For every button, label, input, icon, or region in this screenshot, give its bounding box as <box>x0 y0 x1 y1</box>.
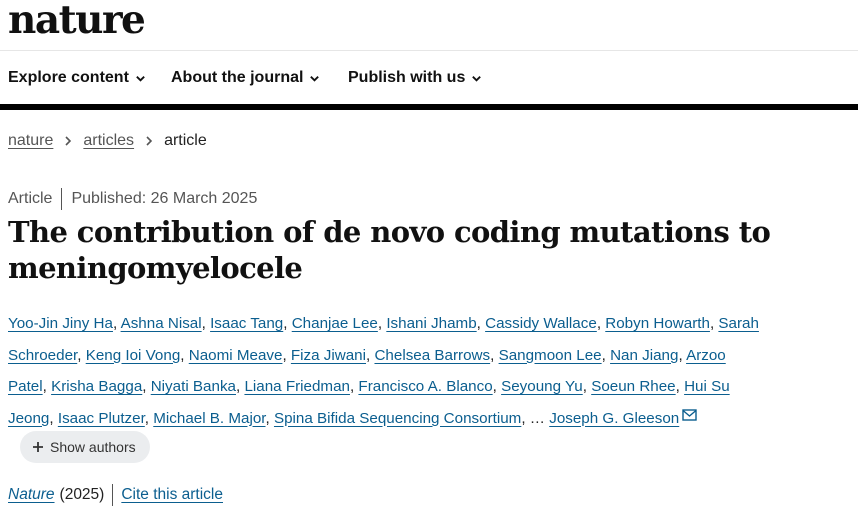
article-meta: Article Published: 26 March 2025 <box>8 188 257 210</box>
cite-divider <box>112 484 114 506</box>
author-link-corresponding[interactable]: Joseph G. Gleeson <box>549 410 679 427</box>
show-authors-label: Show authors <box>50 439 136 455</box>
author-link[interactable]: Isaac Tang <box>210 315 283 332</box>
author-link[interactable]: Soeun Rhee <box>591 378 675 395</box>
author-link[interactable]: Naomi Meave <box>189 347 283 364</box>
nav-publish-with-us[interactable]: Publish with us <box>348 69 482 87</box>
author-link[interactable]: Cassidy Wallace <box>485 315 597 332</box>
publication-year: (2025) <box>59 486 105 503</box>
author-link[interactable]: Spina Bifida Sequencing Consortium <box>274 410 521 427</box>
breadcrumb-current: article <box>164 132 207 149</box>
nav-item-label: Publish with us <box>348 69 466 86</box>
chevron-right-icon <box>144 135 154 147</box>
nav-item-label: Explore content <box>8 69 129 86</box>
meta-divider <box>61 188 63 210</box>
plus-icon <box>33 442 43 452</box>
chevron-down-icon <box>310 75 320 82</box>
author-link[interactable]: Sangmoon Lee <box>499 347 602 364</box>
author-link[interactable]: Chanjae Lee <box>292 315 378 332</box>
author-link[interactable]: Niyati Banka <box>151 378 236 395</box>
breadcrumb: nature articles article <box>8 132 207 150</box>
author-link[interactable]: Fiza Jiwani <box>291 347 366 364</box>
author-link[interactable]: Seyoung Yu <box>501 378 583 395</box>
nature-logo[interactable]: nature <box>8 0 146 43</box>
author-link[interactable]: Francisco A. Blanco <box>358 378 492 395</box>
cite-article-link[interactable]: Cite this article <box>121 486 223 504</box>
nav-item-label: About the journal <box>171 69 304 86</box>
mail-icon[interactable] <box>682 408 697 421</box>
author-link[interactable]: Nan Jiang <box>610 347 678 364</box>
author-list: Yoo-Jin Jiny Ha, Ashna Nisal, Isaac Tang… <box>8 315 759 427</box>
author-link[interactable]: Krisha Bagga <box>51 378 142 395</box>
nav-about-journal[interactable]: About the journal <box>171 69 320 87</box>
masthead: nature <box>0 0 858 51</box>
author-link[interactable]: Keng Ioi Vong <box>86 347 181 364</box>
author-link[interactable]: Ashna Nisal <box>121 315 202 332</box>
article-type: Article <box>8 190 53 207</box>
breadcrumb-nature[interactable]: nature <box>8 132 53 150</box>
author-link[interactable]: Robyn Howarth <box>605 315 710 332</box>
author-link[interactable]: Michael B. Major <box>153 410 265 427</box>
journal-link[interactable]: Nature <box>8 486 55 504</box>
main-nav: Explore content About the journal Publis… <box>0 51 858 103</box>
author-link[interactable]: Yoo-Jin Jiny Ha <box>8 315 113 332</box>
author-link[interactable]: Liana Friedman <box>244 378 350 395</box>
chevron-down-icon <box>136 75 145 82</box>
chevron-down-icon <box>472 75 482 82</box>
show-authors-button[interactable]: Show authors <box>20 431 150 463</box>
published-date: Published: 26 March 2025 <box>71 190 258 207</box>
author-link[interactable]: Isaac Plutzer <box>58 410 145 427</box>
citation-line: Nature (2025) Cite this article <box>8 484 223 506</box>
author-link[interactable]: Chelsea Barrows <box>374 347 490 364</box>
nav-explore-content[interactable]: Explore content <box>8 69 146 87</box>
nav-divider-bar <box>0 104 858 110</box>
article-title: The contribution of de novo coding mutat… <box>8 215 771 285</box>
breadcrumb-articles[interactable]: articles <box>83 132 134 150</box>
author-ellipsis: … <box>529 409 545 427</box>
chevron-right-icon <box>63 135 73 147</box>
author-link[interactable]: Ishani Jhamb <box>386 315 476 332</box>
